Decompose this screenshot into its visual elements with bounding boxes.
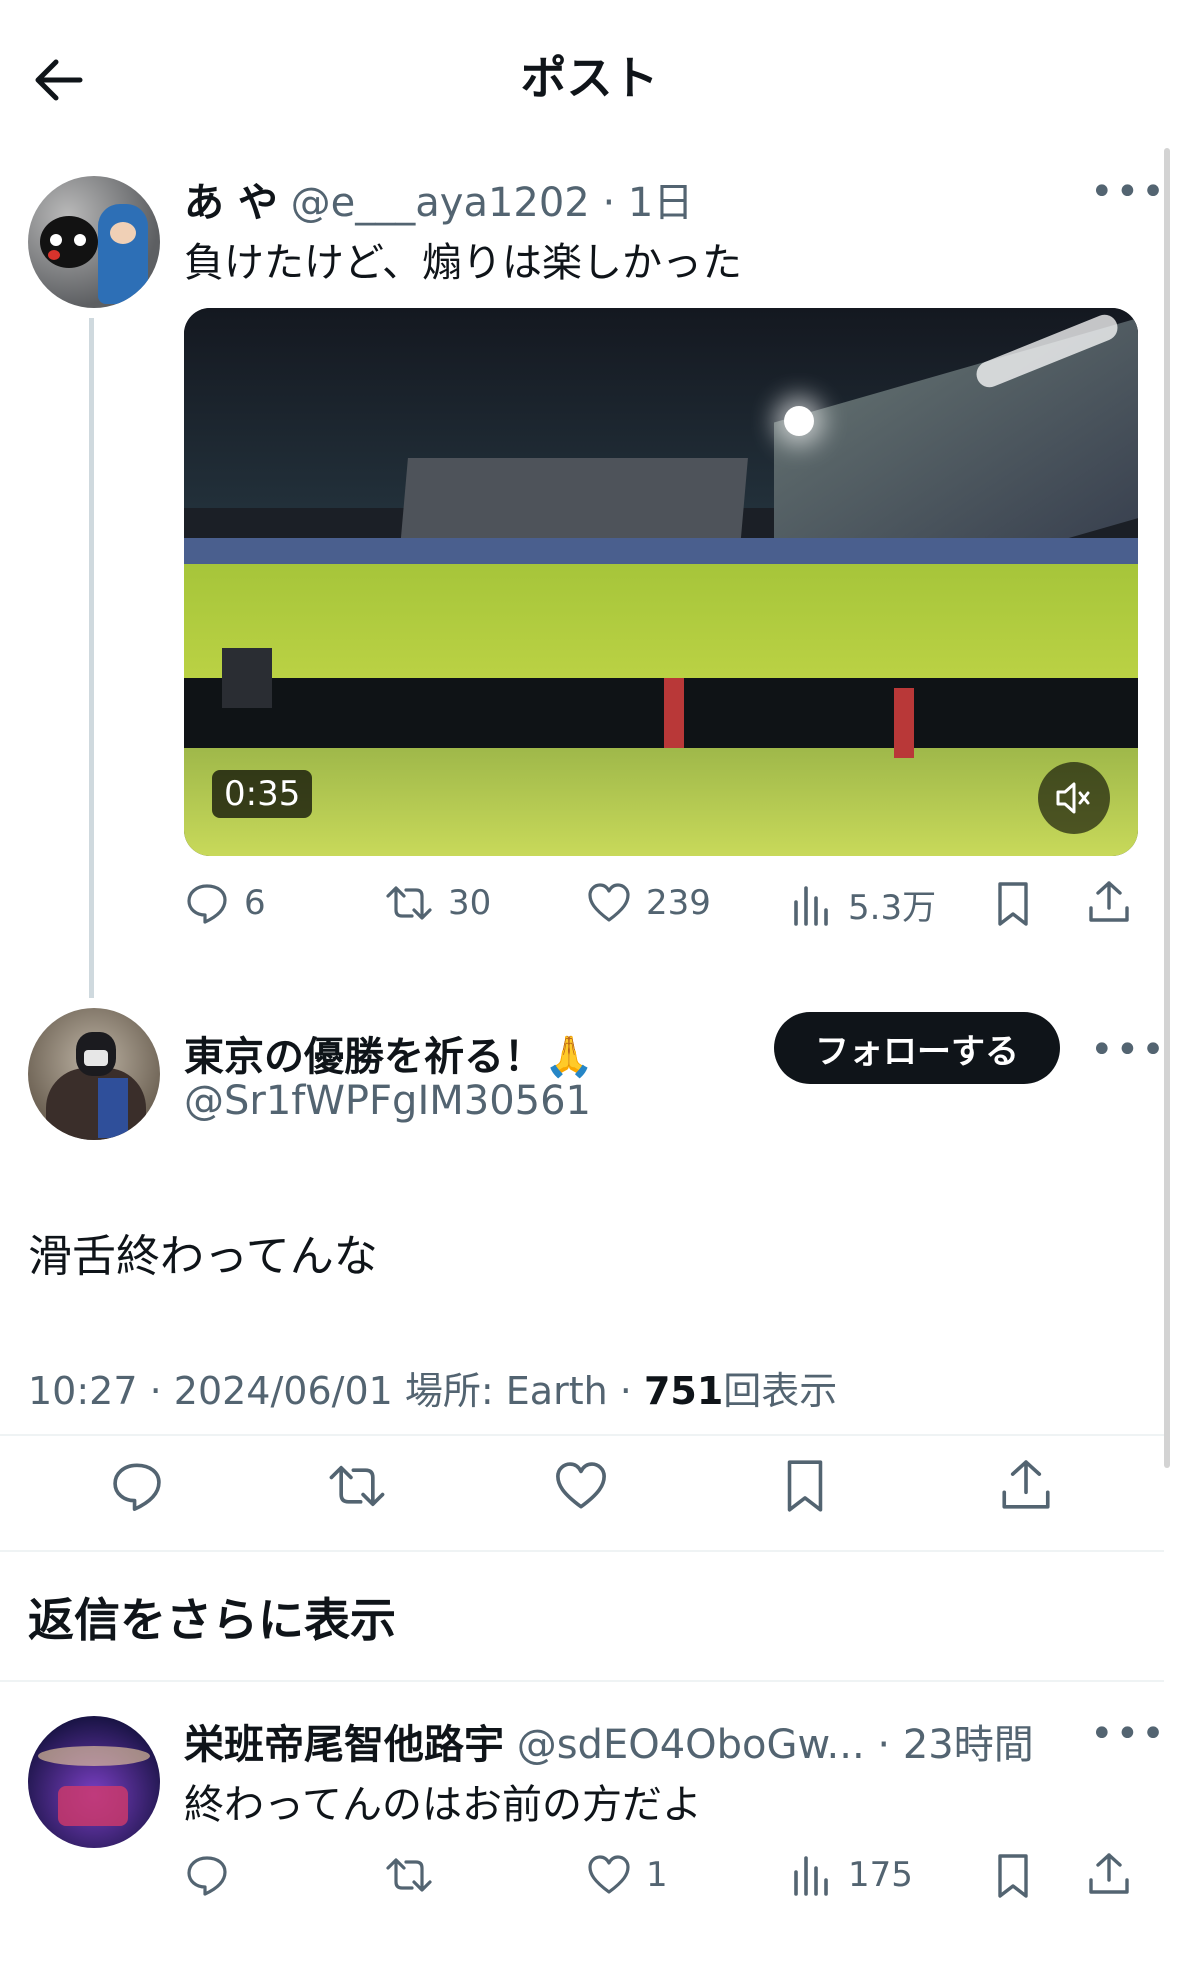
analytics-icon bbox=[794, 885, 828, 926]
post-date[interactable]: 2024/06/01 bbox=[174, 1369, 393, 1413]
avatar[interactable] bbox=[28, 176, 160, 308]
view-label: 回表示 bbox=[723, 1369, 838, 1413]
post-header: あ や @e___aya1202 · 1日 bbox=[184, 180, 694, 226]
share-button[interactable] bbox=[1086, 1850, 1132, 1898]
reply-button[interactable] bbox=[184, 1852, 230, 1898]
repost-icon bbox=[386, 1858, 432, 1892]
reply-icon bbox=[187, 884, 227, 924]
reply-icon bbox=[187, 1856, 227, 1896]
more-options-icon[interactable]: ••• bbox=[1090, 1030, 1167, 1070]
thread-line bbox=[89, 318, 94, 998]
views-button[interactable]: 5.3万 bbox=[790, 880, 936, 929]
reply-button[interactable]: 6 bbox=[184, 880, 266, 926]
more-replies-heading[interactable]: 返信をさらに表示 bbox=[28, 1584, 396, 1650]
repost-icon bbox=[329, 1465, 385, 1507]
post-time[interactable]: 10:27 bbox=[28, 1369, 138, 1413]
view-count: 751 bbox=[643, 1369, 724, 1413]
avatar[interactable] bbox=[28, 1008, 160, 1140]
repost-button[interactable] bbox=[326, 1458, 388, 1514]
repost-icon bbox=[386, 886, 432, 920]
heart-icon bbox=[588, 1855, 630, 1894]
scrollbar[interactable] bbox=[1164, 148, 1170, 1468]
like-button[interactable]: 1 bbox=[586, 1852, 668, 1898]
reply-icon bbox=[113, 1463, 161, 1511]
divider bbox=[0, 1550, 1164, 1552]
post-text: 終わってんのはお前の方だよ bbox=[184, 1782, 702, 1828]
more-options-icon[interactable]: ••• bbox=[1090, 172, 1167, 212]
repost-button[interactable]: 30 bbox=[384, 880, 491, 926]
bookmark-icon bbox=[998, 882, 1028, 926]
post-header: 栄班帝尾智他路宇 @sdEO4OboGw... · 23時間 bbox=[184, 1722, 1034, 1768]
speaker-muted-icon bbox=[1056, 782, 1090, 814]
post-metadata: 10:27 · 2024/06/01 場所: Earth · 751回表示 bbox=[28, 1369, 838, 1413]
views-button[interactable]: 175 bbox=[790, 1852, 913, 1898]
heart-icon bbox=[556, 1462, 606, 1509]
divider bbox=[0, 1680, 1164, 1682]
handle[interactable]: @e___aya1202 bbox=[291, 180, 590, 226]
bookmark-icon bbox=[787, 1460, 823, 1512]
share-icon bbox=[1002, 1460, 1050, 1509]
video-duration: 0:35 bbox=[212, 770, 313, 818]
share-icon bbox=[1089, 881, 1129, 922]
post-location: 場所: Earth bbox=[404, 1369, 608, 1413]
handle[interactable]: @sdEO4OboGw... bbox=[517, 1722, 865, 1768]
follow-button[interactable]: フォローする bbox=[774, 1012, 1060, 1084]
display-name[interactable]: 東京の優勝を祈る！🙏 bbox=[184, 1024, 594, 1082]
bookmark-button[interactable] bbox=[992, 1852, 1034, 1900]
divider bbox=[0, 1434, 1164, 1436]
avatar[interactable] bbox=[28, 1716, 160, 1848]
handle[interactable]: @Sr1fWPFgIM30561 bbox=[184, 1078, 591, 1124]
repost-button[interactable] bbox=[384, 1852, 434, 1898]
share-icon bbox=[1089, 1853, 1129, 1894]
heart-icon bbox=[588, 883, 630, 922]
like-button[interactable]: 239 bbox=[586, 880, 711, 926]
timestamp[interactable]: 23時間 bbox=[903, 1722, 1034, 1768]
like-button[interactable] bbox=[552, 1458, 610, 1514]
post-text: 負けたけど、煽りは楽しかった bbox=[184, 240, 742, 286]
bookmark-icon bbox=[998, 1854, 1028, 1898]
reply-button[interactable] bbox=[108, 1458, 166, 1514]
timestamp[interactable]: 1日 bbox=[628, 180, 693, 226]
post-text: 滑舌終わってんな bbox=[28, 1231, 378, 1282]
mute-button[interactable] bbox=[1038, 762, 1110, 834]
video-player[interactable]: 0:35 bbox=[184, 308, 1138, 856]
more-options-icon[interactable]: ••• bbox=[1090, 1714, 1167, 1754]
bookmark-button[interactable] bbox=[780, 1456, 830, 1516]
display-name[interactable]: あ や bbox=[184, 180, 278, 226]
share-button[interactable] bbox=[1086, 878, 1132, 926]
share-button[interactable] bbox=[998, 1456, 1054, 1514]
bookmark-button[interactable] bbox=[992, 880, 1034, 928]
analytics-icon bbox=[794, 1856, 828, 1896]
display-name[interactable]: 栄班帝尾智他路宇 bbox=[184, 1722, 504, 1768]
page-title: ポスト bbox=[520, 51, 659, 105]
